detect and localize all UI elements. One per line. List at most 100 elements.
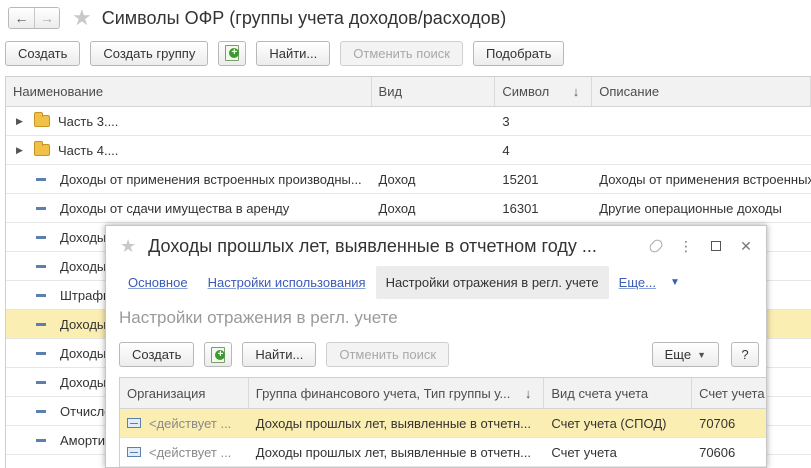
record-icon: [127, 418, 141, 428]
table-row[interactable]: Доходы от применения встроенных производ…: [6, 165, 811, 194]
dialog-tabs: Основное Настройки использования Настрой…: [118, 266, 690, 299]
maximize-icon[interactable]: [708, 238, 724, 254]
nav-buttons: ← →: [8, 7, 60, 29]
find-button[interactable]: Найти...: [256, 40, 331, 66]
cell-account-kind: Счет учета (СПОД): [551, 415, 667, 431]
cell-name: ▶ Часть 3....: [6, 107, 372, 135]
more-menu-button[interactable]: Еще ▼: [651, 342, 719, 367]
chevron-down-icon: ▼: [669, 277, 680, 288]
folder-icon: [34, 141, 50, 156]
copy-add-button[interactable]: [218, 40, 247, 66]
column-header-group[interactable]: Группа финансового учета, Тип группы у..…: [249, 378, 545, 408]
column-header-symbol[interactable]: Символ ↓: [495, 77, 593, 106]
cell-name-text: Часть 3....: [58, 113, 119, 129]
item-icon: [36, 438, 46, 442]
cell-symbol: 16301: [502, 200, 539, 216]
cell-organization-text: <действует ...: [149, 415, 232, 431]
cell-name-text: Отчисле: [60, 403, 112, 419]
dialog-toolbar: Создать Найти... Отменить поиск Еще ▼ ?: [119, 342, 759, 367]
item-icon: [36, 409, 46, 413]
more-vertical-icon[interactable]: ⋮: [678, 238, 694, 255]
cell-organization-text: <действует ...: [149, 444, 232, 460]
item-icon: [36, 380, 46, 384]
cell-name-text: Часть 4....: [58, 142, 119, 158]
column-header-kind[interactable]: Вид: [372, 77, 496, 106]
favorite-star-icon[interactable]: ★: [72, 7, 92, 29]
dialog-title: Доходы прошлых лет, выявленные в отчетно…: [148, 235, 597, 256]
tab-more-label: Еще...: [618, 275, 656, 290]
cell-name-text: Доходы: [60, 229, 107, 245]
column-header-account[interactable]: Счет учета: [692, 378, 766, 408]
cell-symbol: 4: [502, 142, 510, 158]
cell-symbol: 3: [502, 113, 510, 129]
column-header-organization[interactable]: Организация: [120, 378, 249, 408]
table-header: Наименование Вид Символ ↓ Описание: [6, 77, 811, 107]
column-header-account-kind[interactable]: Вид счета учета: [544, 378, 693, 408]
item-icon: [36, 293, 46, 297]
column-header-description[interactable]: Описание: [592, 77, 811, 106]
record-icon: [127, 447, 141, 457]
cell-account-kind: Счет учета: [551, 444, 617, 460]
create-button[interactable]: Создать: [5, 40, 81, 66]
cell-description: Другие операционные доходы: [599, 200, 782, 216]
table-row[interactable]: ▶ Часть 3.... 3: [6, 107, 811, 136]
table-row[interactable]: ▶ Часть 4.... 4: [6, 136, 811, 165]
table-header: Организация Группа финансового учета, Ти…: [120, 378, 766, 409]
cell-description: [592, 136, 811, 164]
more-menu-label: Еще: [664, 347, 692, 362]
table-row[interactable]: Доходы от сдачи имущества в аренду Доход 1…: [6, 194, 811, 223]
cell-name-text: Доходы: [60, 374, 107, 390]
cell-account: 70706: [699, 415, 736, 431]
table-row[interactable]: <действует ... Доходы прошлых лет, выявле…: [120, 438, 766, 467]
find-button[interactable]: Найти...: [242, 342, 317, 367]
cell-account: 70606: [699, 444, 736, 460]
cell-kind: Доход: [378, 200, 416, 216]
dialog-window-controls: ⋮ ✕: [647, 237, 766, 255]
table-row[interactable]: <действует ... Доходы прошлых лет, выявле…: [120, 409, 766, 438]
item-icon: [36, 206, 46, 210]
back-arrow-icon[interactable]: ←: [9, 8, 34, 28]
dialog-header: ★ Доходы прошлых лет, выявленные в отчет…: [106, 226, 766, 266]
cell-group: Доходы прошлых лет, выявленные в отчетн.…: [255, 415, 531, 431]
tab-usage-settings[interactable]: Настройки использования: [198, 266, 376, 299]
create-button[interactable]: Создать: [119, 342, 195, 367]
tab-accounting-settings[interactable]: Настройки отражения в регл. учете: [375, 266, 609, 299]
main-header: ← → ★ Символы ОФР (группы учета доходов/…: [0, 0, 811, 36]
cell-kind: Доход: [378, 171, 416, 187]
close-icon[interactable]: ✕: [738, 238, 754, 255]
cell-name: Доходы от применения встроенных производ…: [6, 165, 372, 193]
create-group-button[interactable]: Создать группу: [90, 40, 209, 66]
select-button[interactable]: Подобрать: [473, 40, 565, 66]
expand-arrow-icon[interactable]: ▶: [16, 145, 28, 156]
cell-group: Доходы прошлых лет, выявленные в отчетн.…: [255, 444, 531, 460]
cell-description: Доходы от применения встроенных: [599, 171, 811, 187]
forward-arrow-icon[interactable]: →: [34, 8, 59, 28]
favorite-star-icon[interactable]: ★: [120, 237, 136, 255]
folder-icon: [34, 112, 50, 127]
cancel-search-button[interactable]: Отменить поиск: [340, 40, 463, 66]
link-icon[interactable]: [647, 237, 665, 255]
column-header-name[interactable]: Наименование: [6, 77, 372, 106]
chevron-down-icon: ▼: [697, 349, 706, 360]
expand-arrow-icon[interactable]: ▶: [16, 116, 28, 127]
tab-more-menu[interactable]: Еще... ▼: [609, 275, 690, 290]
copy-add-button[interactable]: [204, 342, 233, 367]
cell-name-text: Доходы: [60, 316, 107, 332]
cell-name-text: Доходы от сдачи имущества в аренду: [60, 200, 290, 216]
cell-name-text: Амортиз: [60, 432, 111, 448]
page-title: Символы ОФР (группы учета доходов/расход…: [101, 7, 507, 28]
sort-down-icon: ↓: [524, 385, 532, 401]
cell-name: Доходы от сдачи имущества в аренду: [6, 194, 372, 222]
item-icon: [36, 322, 46, 326]
cancel-search-button[interactable]: Отменить поиск: [326, 342, 450, 367]
cell-name-text: Доходы: [60, 345, 107, 361]
sort-down-icon: ↓: [572, 84, 580, 99]
column-header-group-label: Группа финансового учета, Тип группы у..…: [255, 385, 511, 401]
cell-organization: <действует ...: [120, 409, 249, 437]
cell-name: ▶ Часть 4....: [6, 136, 372, 164]
cell-kind: [372, 107, 496, 135]
detail-dialog: ★ Доходы прошлых лет, выявленные в отчет…: [105, 225, 767, 468]
help-button[interactable]: ?: [731, 342, 759, 367]
item-icon: [36, 235, 46, 239]
tab-main[interactable]: Основное: [118, 266, 198, 299]
